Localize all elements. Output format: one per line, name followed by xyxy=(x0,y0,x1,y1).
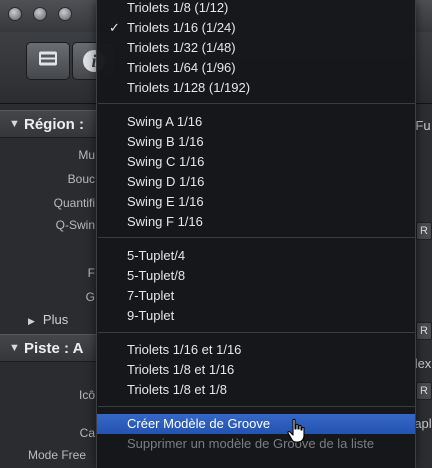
freeze-mode-label: Mode Free xyxy=(28,448,87,462)
minimize-window-button[interactable] xyxy=(33,7,47,21)
menu-item-9-tuplet[interactable]: 9-Tuplet xyxy=(97,306,415,326)
menu-item-label: Triolets 1/128 (1/192) xyxy=(127,80,251,95)
menu-item-label: 7-Tuplet xyxy=(127,288,175,303)
right-panel-edge xyxy=(414,104,432,468)
region-label-q-swing: Q-Swin xyxy=(55,218,95,232)
menu-item-label: Swing F 1/16 xyxy=(127,214,203,229)
right-edge-button[interactable]: R xyxy=(416,222,432,240)
menu-item-swing-b[interactable]: Swing B 1/16 xyxy=(97,132,415,152)
region-label-g: G xyxy=(85,290,95,304)
region-header-label: Région : xyxy=(24,116,84,133)
plus-label: Plus xyxy=(42,312,69,327)
menu-item-5-tuplet-4[interactable]: 5-Tuplet/4 xyxy=(97,246,415,266)
menu-item-label: Supprimer un modèle de Groove de la list… xyxy=(127,436,375,451)
menu-separator xyxy=(98,237,415,238)
menu-item-label: Triolets 1/8 (1/12) xyxy=(127,0,229,15)
menu-item-label: Swing D 1/16 xyxy=(127,174,205,189)
menu-item-5-tuplet-8[interactable]: 5-Tuplet/8 xyxy=(97,266,415,286)
menu-item-swing-e[interactable]: Swing E 1/16 xyxy=(97,192,415,212)
menu-item-7-tuplet[interactable]: 7-Tuplet xyxy=(97,286,415,306)
menu-item-label: 5-Tuplet/8 xyxy=(127,268,186,283)
menu-item-swing-d[interactable]: Swing D 1/16 xyxy=(97,172,415,192)
menu-item-label: Triolets 1/64 (1/96) xyxy=(127,60,236,75)
menu-separator xyxy=(98,332,415,333)
create-groove-template-item[interactable]: Créer Modèle de Groove xyxy=(97,414,415,434)
region-label-mute: Mu xyxy=(78,148,95,162)
close-window-button[interactable] xyxy=(8,7,22,21)
track-label-icon: Icô xyxy=(78,388,95,402)
menu-item-label: Triolets 1/8 et 1/16 xyxy=(127,362,235,377)
menu-item-label: Triolets 1/16 (1/24) xyxy=(127,20,236,35)
region-label-quantize: Quantifi xyxy=(53,196,95,210)
menu-item-label: Triolets 1/16 et 1/16 xyxy=(127,342,242,357)
right-edge-button[interactable]: R xyxy=(416,322,432,340)
library-button[interactable] xyxy=(26,42,70,80)
inspector-panel: ▼ Région : Mu Bouc Quantifi Q-Swin F G ▼… xyxy=(0,104,100,468)
delete-groove-template-item: Supprimer un modèle de Groove de la list… xyxy=(97,434,415,454)
menu-item-triolets-8-8[interactable]: Triolets 1/8 et 1/8 xyxy=(97,380,415,400)
menu-item-label: Triolets 1/8 et 1/8 xyxy=(127,382,227,397)
track-section-header[interactable]: ▼ Piste : A xyxy=(0,334,100,362)
library-icon xyxy=(38,50,58,73)
menu-separator xyxy=(98,103,415,104)
track-label-channel: Ca xyxy=(79,426,95,440)
menu-item-triolets-16-16[interactable]: Triolets 1/16 et 1/16 xyxy=(97,340,415,360)
menu-item-label: Swing C 1/16 xyxy=(127,154,205,169)
region-section-header[interactable]: ▼ Région : xyxy=(0,110,100,138)
right-edge-text: Fu xyxy=(415,118,431,133)
zoom-window-button[interactable] xyxy=(58,7,72,21)
menu-item-swing-a[interactable]: Swing A 1/16 xyxy=(97,112,415,132)
menu-item-label: Swing A 1/16 xyxy=(127,114,203,129)
track-header-label: Piste : A xyxy=(24,340,84,357)
menu-item-triolets-1-32[interactable]: Triolets 1/32 (1/48) xyxy=(97,38,415,58)
menu-separator xyxy=(98,406,415,407)
menu-item-label: Triolets 1/32 (1/48) xyxy=(127,40,236,55)
disclosure-closed-icon: ▶ xyxy=(28,316,35,326)
menu-item-triolets-1-64[interactable]: Triolets 1/64 (1/96) xyxy=(97,58,415,78)
menu-item-label: Swing E 1/16 xyxy=(127,194,204,209)
hand-pointer-icon xyxy=(287,418,305,443)
menu-item-triolets-1-16[interactable]: ✓ Triolets 1/16 (1/24) xyxy=(97,18,415,38)
menu-item-label: Créer Modèle de Groove xyxy=(127,416,271,431)
disclosure-open-icon: ▼ xyxy=(9,342,20,354)
right-edge-text: apl xyxy=(414,416,432,431)
menu-item-triolets-1-128[interactable]: Triolets 1/128 (1/192) xyxy=(97,78,415,98)
plus-disclosure[interactable]: ▶ Plus xyxy=(28,312,68,327)
region-label-loop: Bouc xyxy=(67,172,95,186)
menu-item-label: 5-Tuplet/4 xyxy=(127,248,186,263)
menu-item-swing-c[interactable]: Swing C 1/16 xyxy=(97,152,415,172)
right-edge-text: lex xyxy=(414,356,432,371)
menu-item-triolets-1-8[interactable]: Triolets 1/8 (1/12) xyxy=(97,0,415,18)
region-label-f: F xyxy=(87,266,95,280)
menu-item-triolets-8-16[interactable]: Triolets 1/8 et 1/16 xyxy=(97,360,415,380)
checkmark-icon: ✓ xyxy=(109,20,120,35)
quantize-popup-menu: Triolets 1/8 (1/12) ✓ Triolets 1/16 (1/24… xyxy=(96,0,416,468)
disclosure-open-icon: ▼ xyxy=(9,118,20,130)
menu-item-label: Swing B 1/16 xyxy=(127,134,204,149)
menu-item-label: 9-Tuplet xyxy=(127,308,175,323)
right-edge-button[interactable]: R xyxy=(416,382,432,400)
menu-item-swing-f[interactable]: Swing F 1/16 xyxy=(97,212,415,232)
